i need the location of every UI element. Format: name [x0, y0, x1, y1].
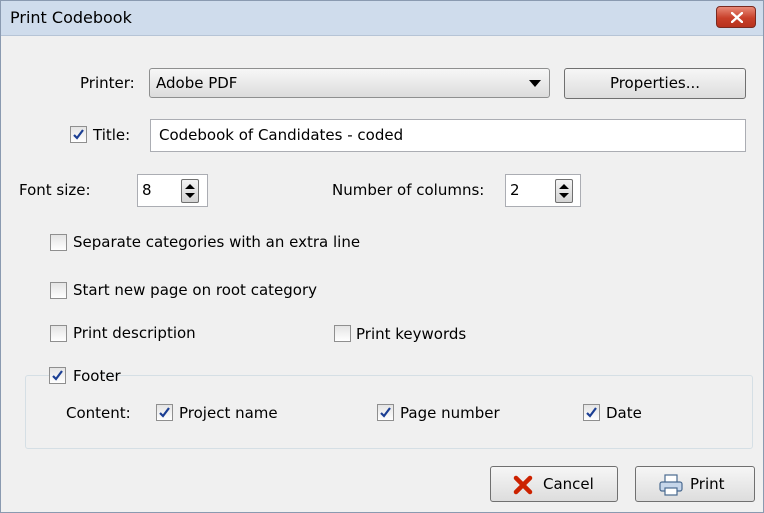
print-keywords-label: Print keywords [356, 325, 467, 343]
footer-content-label: Content: [66, 404, 131, 422]
close-button[interactable] [716, 6, 756, 28]
title-input[interactable]: Codebook of Candidates - coded [150, 119, 746, 152]
page-number-checkbox[interactable] [377, 404, 394, 421]
font-size-value: 8 [142, 181, 152, 199]
dialog-title: Print Codebook [10, 8, 132, 27]
title-checkbox-label: Title: [93, 126, 131, 144]
spin-up-down-icon [185, 184, 195, 198]
new-page-root-category-checkbox[interactable] [50, 282, 67, 299]
printer-select-value: Adobe PDF [156, 74, 238, 92]
print-description-checkbox[interactable] [50, 325, 67, 342]
footer-label: Footer [73, 367, 121, 385]
cancel-button-label: Cancel [543, 475, 594, 493]
title-bar: Print Codebook [1, 1, 763, 36]
date-label: Date [606, 404, 642, 422]
checkmark-icon [380, 407, 391, 418]
print-button-label: Print [690, 475, 725, 493]
printer-label: Printer: [80, 74, 135, 92]
properties-button[interactable]: Properties... [564, 68, 746, 99]
project-name-checkbox[interactable] [156, 404, 173, 421]
page-number-label: Page number [400, 404, 500, 422]
columns-spinner[interactable]: 2 [505, 174, 581, 207]
cancel-button[interactable]: Cancel [490, 466, 618, 502]
print-codebook-dialog: Print Codebook Printer: Adobe PDF Proper… [0, 0, 764, 513]
columns-spin-button[interactable] [555, 179, 573, 203]
columns-label: Number of columns: [332, 181, 485, 199]
print-keywords-checkbox[interactable] [334, 325, 351, 342]
checkmark-icon [159, 407, 170, 418]
checkmark-icon [73, 129, 84, 140]
title-checkbox[interactable] [70, 126, 87, 143]
chevron-down-icon [529, 80, 541, 87]
close-icon [731, 12, 743, 23]
printer-select[interactable]: Adobe PDF [149, 68, 550, 98]
font-size-spinner[interactable]: 8 [137, 174, 208, 207]
red-x-icon [513, 475, 533, 495]
footer-group-title: Footer [49, 364, 121, 386]
printer-icon [659, 474, 683, 496]
print-button[interactable]: Print [635, 466, 755, 502]
new-page-root-category-label: Start new page on root category [73, 281, 317, 299]
footer-checkbox[interactable] [49, 367, 66, 384]
spin-up-down-icon [559, 184, 569, 198]
date-checkbox[interactable] [583, 404, 600, 421]
font-size-spin-button[interactable] [181, 179, 199, 203]
checkmark-icon [52, 370, 63, 381]
separate-categories-checkbox[interactable] [50, 234, 67, 251]
title-input-value: Codebook of Candidates - coded [159, 126, 404, 144]
columns-value: 2 [510, 181, 520, 199]
font-size-label: Font size: [19, 181, 91, 199]
print-description-label: Print description [73, 324, 196, 342]
checkmark-icon [586, 407, 597, 418]
separate-categories-label: Separate categories with an extra line [73, 233, 361, 251]
project-name-label: Project name [179, 404, 278, 422]
